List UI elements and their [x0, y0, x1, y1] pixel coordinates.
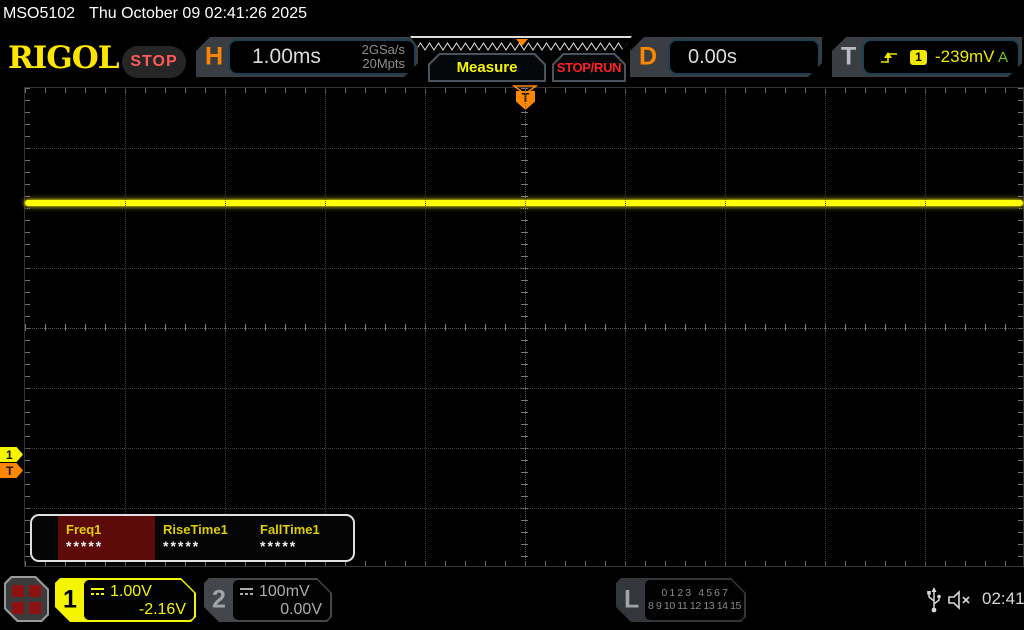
channel1-status-block[interactable]: 1 1.00V -2.16V — [55, 578, 196, 622]
channel1-offset: -2.16V — [90, 601, 186, 619]
trigger-panel[interactable]: T 1 -239mV A — [832, 37, 1022, 77]
grid-line — [25, 268, 1023, 269]
grid-line — [25, 388, 1023, 389]
grid-line — [225, 88, 226, 566]
grid-line — [25, 148, 1023, 149]
usb-icon — [926, 586, 942, 614]
clock-text: 02:41 — [982, 589, 1024, 609]
title-bar: MSO5102 Thu October 09 02:41:26 2025 — [3, 5, 307, 23]
grid-line — [925, 88, 926, 566]
waveform-overview-bar[interactable] — [410, 36, 632, 53]
horizontal-panel[interactable]: H 1.00ms 2GSa/s20Mpts — [196, 37, 418, 77]
channel1-offset-marker[interactable]: 1 — [0, 447, 23, 462]
grid-line — [525, 88, 526, 566]
stop-run-button[interactable]: STOP/RUN — [552, 53, 626, 82]
trigger-label: T — [841, 43, 856, 72]
delay-panel[interactable]: D 0.00s — [630, 37, 822, 77]
delay-value: 0.00s — [688, 46, 737, 69]
grid-line — [25, 508, 1023, 509]
logic-channel-numbers: 0 1 2 3 4 5 6 7 8 9 10 11 12 13 14 15 — [645, 580, 744, 620]
grid-line — [725, 88, 726, 566]
acquisition-info: 2GSa/s20Mpts — [362, 43, 405, 71]
grid-line — [125, 88, 126, 566]
speaker-muted-icon — [947, 590, 973, 610]
edge-trigger-icon — [880, 49, 898, 65]
rigol-logo: RIGOL — [8, 40, 119, 76]
grid-line — [25, 448, 1023, 449]
measurement-panel: Freq1 ***** RiseTime1 ***** FallTime1 **… — [30, 514, 355, 562]
channel2-status-block[interactable]: 2 100mV 0.00V — [204, 578, 332, 622]
grid-menu-icon — [6, 578, 47, 620]
delay-label: D — [639, 43, 657, 72]
measurement-item-risetime1[interactable]: RiseTime1 ***** — [155, 516, 252, 560]
trigger-source-badge: 1 — [910, 50, 927, 65]
datetime-text: Thu October 09 02:41:26 2025 — [89, 5, 307, 22]
channel1-number: 1 — [63, 586, 77, 615]
channel2-offset: 0.00V — [239, 601, 322, 619]
trigger-level-value: -239mV — [935, 47, 995, 67]
channel1-scale: 1.00V — [110, 583, 152, 601]
graticule: T — [24, 87, 1024, 567]
channel2-scale: 100mV — [259, 583, 310, 601]
grid-line — [325, 88, 326, 566]
grid-line — [25, 328, 1023, 329]
model-name: MSO5102 — [3, 5, 75, 22]
channel2-number: 2 — [212, 586, 226, 615]
oscilloscope-screen: MSO5102 Thu October 09 02:41:26 2025 RIGO… — [0, 0, 1024, 630]
logic-label: L — [624, 586, 639, 615]
grid-line — [25, 208, 1023, 209]
measurement-item-freq1[interactable]: Freq1 ***** — [58, 516, 155, 560]
menu-grid-button[interactable] — [4, 576, 49, 622]
overview-position-icon — [516, 39, 528, 46]
dc-coupling-icon — [90, 587, 105, 597]
trigger-level-marker[interactable]: T — [0, 463, 23, 478]
horizontal-label: H — [205, 43, 223, 72]
measurement-spacer — [32, 516, 58, 560]
logic-channels-block[interactable]: L 0 1 2 3 4 5 6 7 8 9 10 11 12 13 14 15 — [616, 578, 746, 622]
measurement-item-falltime1[interactable]: FallTime1 ***** — [252, 516, 349, 560]
run-state-badge[interactable]: STOP — [122, 46, 186, 78]
trigger-mode: A — [998, 49, 1008, 66]
grid-line — [825, 88, 826, 566]
measure-button[interactable]: Measure — [428, 53, 546, 82]
timebase-value: 1.00ms — [252, 45, 321, 69]
dc-coupling-icon — [239, 587, 254, 597]
channel1-trace — [25, 200, 1023, 206]
grid-line — [625, 88, 626, 566]
grid-line — [425, 88, 426, 566]
